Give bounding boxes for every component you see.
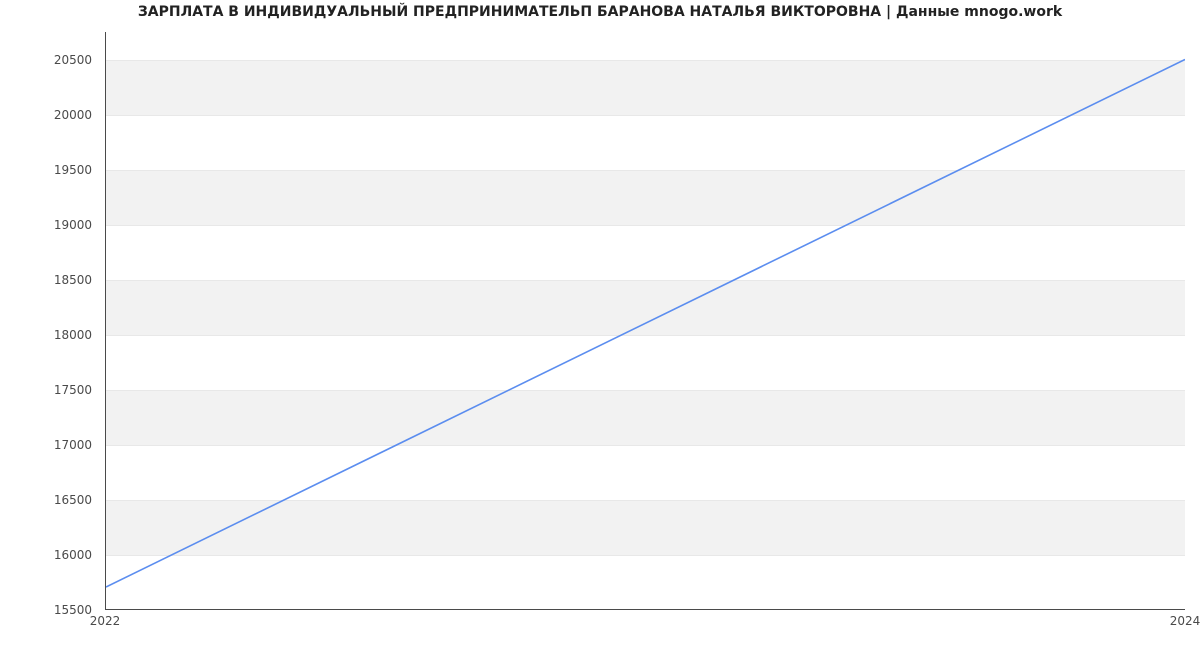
grid-band [106,280,1185,335]
grid-band [106,390,1185,445]
gridline [106,390,1185,391]
grid-band [106,500,1185,555]
y-tick-label: 19000 [54,218,92,232]
gridline [106,445,1185,446]
grid-band [106,60,1185,115]
y-tick-label: 16000 [54,548,92,562]
y-tick-label: 15500 [54,603,92,617]
y-tick-label: 17000 [54,438,92,452]
gridline [106,60,1185,61]
y-tick-label: 20500 [54,53,92,67]
plot-area [105,32,1185,610]
x-axis-ticks: 20222024 [105,612,1185,632]
y-tick-label: 18000 [54,328,92,342]
grid-band [106,170,1185,225]
x-tick-label: 2022 [90,614,121,628]
gridline [106,170,1185,171]
y-tick-label: 17500 [54,383,92,397]
gridline [106,115,1185,116]
gridline [106,225,1185,226]
gridline [106,555,1185,556]
x-tick-label: 2024 [1170,614,1200,628]
y-axis-ticks: 1550016000165001700017500180001850019000… [0,32,100,610]
gridline [106,280,1185,281]
gridline [106,335,1185,336]
y-tick-label: 18500 [54,273,92,287]
y-tick-label: 16500 [54,493,92,507]
y-tick-label: 19500 [54,163,92,177]
gridline [106,500,1185,501]
chart-title: ЗАРПЛАТА В ИНДИВИДУАЛЬНЫЙ ПРЕДПРИНИМАТЕЛ… [0,4,1200,20]
chart-container: ЗАРПЛАТА В ИНДИВИДУАЛЬНЫЙ ПРЕДПРИНИМАТЕЛ… [0,0,1200,650]
y-tick-label: 20000 [54,108,92,122]
